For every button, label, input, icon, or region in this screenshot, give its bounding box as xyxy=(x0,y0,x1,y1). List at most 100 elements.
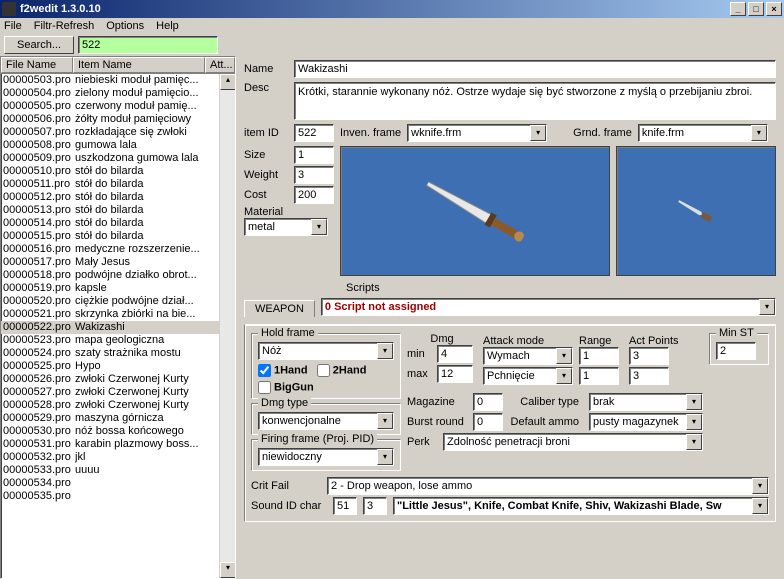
col-itemname[interactable]: Item Name xyxy=(73,57,205,73)
ap1-input[interactable] xyxy=(629,347,669,365)
caliber-combo[interactable]: brak▾ xyxy=(589,393,703,411)
dmgmax-input[interactable] xyxy=(437,365,473,383)
list-item[interactable]: 00000514.prostół do bilarda xyxy=(1,217,235,230)
label-attackmode: Attack mode xyxy=(483,335,573,347)
size-input[interactable] xyxy=(294,146,334,164)
item-list[interactable]: 00000503.proniebieski moduł pamięc...000… xyxy=(1,74,235,578)
attack1-combo[interactable]: Wymach▾ xyxy=(483,347,573,365)
label-burst: Burst round xyxy=(407,416,467,428)
list-item[interactable]: 00000535.pro-R xyxy=(1,490,235,503)
label-weight: Weight xyxy=(244,169,288,181)
list-item[interactable]: 00000522.proWakizashi-R xyxy=(1,321,235,334)
list-item[interactable]: 00000529.promaszyna górnicza xyxy=(1,412,235,425)
grndframe-combo[interactable]: knife.frm▾ xyxy=(638,124,768,142)
list-item[interactable]: 00000503.proniebieski moduł pamięc... xyxy=(1,74,235,87)
minimize-button[interactable]: _ xyxy=(730,2,746,16)
perk-combo[interactable]: Zdolność penetracji broni▾ xyxy=(443,433,703,451)
soundid1-input[interactable] xyxy=(333,497,357,515)
list-item[interactable]: 00000504.prozielony moduł pamięcio... xyxy=(1,87,235,100)
app-icon xyxy=(2,2,16,16)
menu-options[interactable]: Options xyxy=(106,20,144,32)
weight-input[interactable] xyxy=(294,166,334,184)
col-att[interactable]: Att... xyxy=(205,57,235,73)
chevron-down-icon: ▾ xyxy=(751,125,767,141)
col-filename[interactable]: File Name xyxy=(1,57,73,73)
ap2-input[interactable] xyxy=(629,367,669,385)
list-item[interactable]: 00000518.propodwójne działko obrot...-R xyxy=(1,269,235,282)
list-item[interactable]: 00000508.progumowa lala xyxy=(1,139,235,152)
chevron-down-icon: ▾ xyxy=(377,413,393,429)
itemid-input[interactable] xyxy=(294,124,334,142)
label-critfail: Crit Fail xyxy=(251,480,321,492)
search-button[interactable]: Search... xyxy=(4,36,74,54)
invframe-combo[interactable]: wknife.frm▾ xyxy=(407,124,547,142)
list-item[interactable]: 00000519.prokapsle xyxy=(1,282,235,295)
minst-input[interactable] xyxy=(716,342,756,360)
list-item[interactable]: 00000513.prostół do bilarda xyxy=(1,204,235,217)
window-title: f2wedit 1.3.0.10 xyxy=(20,3,101,15)
list-item[interactable]: 00000516.promedyczne rozszerzenie... xyxy=(1,243,235,256)
list-item[interactable]: 00000530.pronóż bossa końcowego-R xyxy=(1,425,235,438)
search-input[interactable] xyxy=(78,36,218,54)
dmgtype-combo[interactable]: konwencjonalne▾ xyxy=(258,412,394,430)
list-item[interactable]: 00000507.prorozkładające się zwłoki xyxy=(1,126,235,139)
twohand-checkbox[interactable] xyxy=(317,364,330,377)
onehand-checkbox[interactable] xyxy=(258,364,271,377)
material-combo[interactable]: metal▾ xyxy=(244,218,328,236)
label-minst: Min ST xyxy=(716,327,757,339)
list-item[interactable]: 00000512.prostół do bilarda xyxy=(1,191,235,204)
menu-help[interactable]: Help xyxy=(156,20,179,32)
menu-filtr[interactable]: Filtr-Refresh xyxy=(34,20,95,32)
list-item[interactable]: 00000524.proszaty strażnika mostu-R xyxy=(1,347,235,360)
list-item[interactable]: 00000523.promapa geologiczna xyxy=(1,334,235,347)
list-item[interactable]: 00000532.projkl-R xyxy=(1,451,235,464)
biggun-checkbox[interactable] xyxy=(258,381,271,394)
list-item[interactable]: 00000526.prozwłoki Czerwonej Kurty xyxy=(1,373,235,386)
list-item[interactable]: 00000531.prokarabin plazmowy boss...-R xyxy=(1,438,235,451)
list-item[interactable]: 00000528.prozwłoki Czerwonej Kurty xyxy=(1,399,235,412)
list-item[interactable]: 00000510.prostół do bilarda xyxy=(1,165,235,178)
list-item[interactable]: 00000509.prouszkodzona gumowa lala xyxy=(1,152,235,165)
inven-preview xyxy=(340,146,610,276)
list-item[interactable]: 00000520.prociężkie podwójne dział...-R xyxy=(1,295,235,308)
list-item[interactable]: 00000534.pro-R xyxy=(1,477,235,490)
chevron-down-icon: ▾ xyxy=(686,434,702,450)
label-magazine: Magazine xyxy=(407,396,467,408)
magazine-input[interactable] xyxy=(473,393,503,411)
range2-input[interactable] xyxy=(579,367,619,385)
toolbar: Search... xyxy=(0,34,784,56)
soundid-combo[interactable]: "Little Jesus", Knife, Combat Knife, Shi… xyxy=(393,497,769,515)
burst-input[interactable] xyxy=(473,413,503,431)
label-holdframe: Hold frame xyxy=(258,327,318,339)
list-item[interactable]: 00000506.prożółty moduł pamięciowy xyxy=(1,113,235,126)
list-item[interactable]: 00000515.prostół do bilarda xyxy=(1,230,235,243)
scroll-up-icon[interactable]: ▴ xyxy=(220,74,235,90)
attack2-combo[interactable]: Pchnięcie▾ xyxy=(483,367,573,385)
range1-input[interactable] xyxy=(579,347,619,365)
list-item[interactable]: 00000533.prouuuu-R xyxy=(1,464,235,477)
menu-file[interactable]: File xyxy=(4,20,22,32)
ammo-combo[interactable]: pusty magazynek▾ xyxy=(589,413,703,431)
desc-input[interactable]: Krótki, starannie wykonany nóż. Ostrze w… xyxy=(294,82,776,120)
holdframe-combo[interactable]: Nóż▾ xyxy=(258,342,394,360)
label-desc: Desc xyxy=(244,82,288,94)
list-item[interactable]: 00000521.proskrzynka zbiórki na bie... xyxy=(1,308,235,321)
dmgmin-input[interactable] xyxy=(437,345,473,363)
cost-input[interactable] xyxy=(294,186,334,204)
critfail-combo[interactable]: 2 - Drop weapon, lose ammo▾ xyxy=(327,477,769,495)
firingframe-combo[interactable]: niewidoczny▾ xyxy=(258,448,394,466)
list-item[interactable]: 00000517.proMały Jesus-R xyxy=(1,256,235,269)
close-button[interactable]: × xyxy=(766,2,782,16)
list-item[interactable]: 00000525.proHypo xyxy=(1,360,235,373)
label-range: Range xyxy=(579,335,623,347)
scroll-down-icon[interactable]: ▾ xyxy=(220,562,235,578)
maximize-button[interactable]: □ xyxy=(748,2,764,16)
scrollbar[interactable]: ▴ ▾ xyxy=(219,74,235,578)
soundid2-input[interactable] xyxy=(363,497,387,515)
list-item[interactable]: 00000505.proczerwony moduł pamię... xyxy=(1,100,235,113)
list-item[interactable]: 00000511.prostół do bilarda xyxy=(1,178,235,191)
list-item[interactable]: 00000527.prozwłoki Czerwonej Kurty xyxy=(1,386,235,399)
tab-weapon[interactable]: WEAPON xyxy=(244,300,315,317)
name-input[interactable] xyxy=(294,60,776,78)
scripts-combo[interactable]: 0 Script not assigned▾ xyxy=(321,298,776,316)
